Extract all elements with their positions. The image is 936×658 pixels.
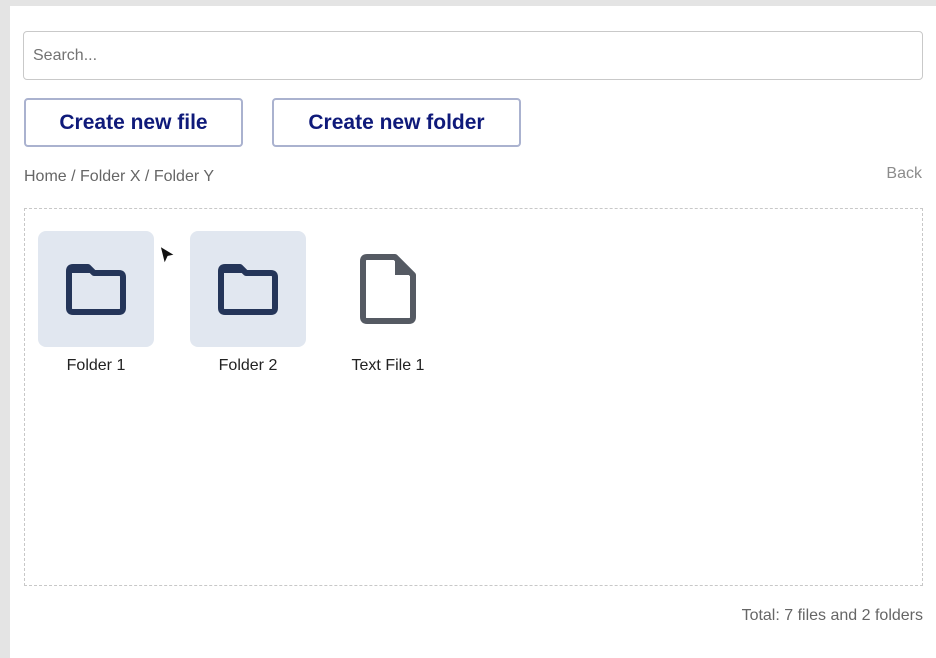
search-input[interactable]: [23, 31, 923, 80]
item-tile: [190, 231, 306, 347]
item-label: Text File 1: [351, 357, 425, 374]
item-label: Folder 2: [218, 357, 278, 374]
item-tile: [330, 231, 446, 347]
item-tile: [38, 231, 154, 347]
create-file-button[interactable]: Create new file: [24, 98, 243, 147]
file-manager-panel: Create new file Create new folder Home /…: [10, 6, 936, 658]
grid-item-folder-2[interactable]: Folder 2: [190, 231, 308, 375]
grid-item-text-file-1[interactable]: Text File 1: [330, 231, 448, 375]
create-folder-button[interactable]: Create new folder: [272, 98, 521, 147]
total-count: Total: 7 files and 2 folders: [741, 607, 923, 624]
item-label: Folder 1: [66, 357, 126, 374]
folder-icon: [218, 264, 278, 315]
file-icon: [360, 254, 416, 324]
folder-icon: [66, 264, 126, 315]
breadcrumb: Home / Folder X / Folder Y: [24, 168, 214, 185]
mouse-cursor-icon: [159, 245, 176, 265]
grid-item-folder-1[interactable]: Folder 1: [38, 231, 156, 375]
back-link[interactable]: Back: [886, 165, 922, 183]
